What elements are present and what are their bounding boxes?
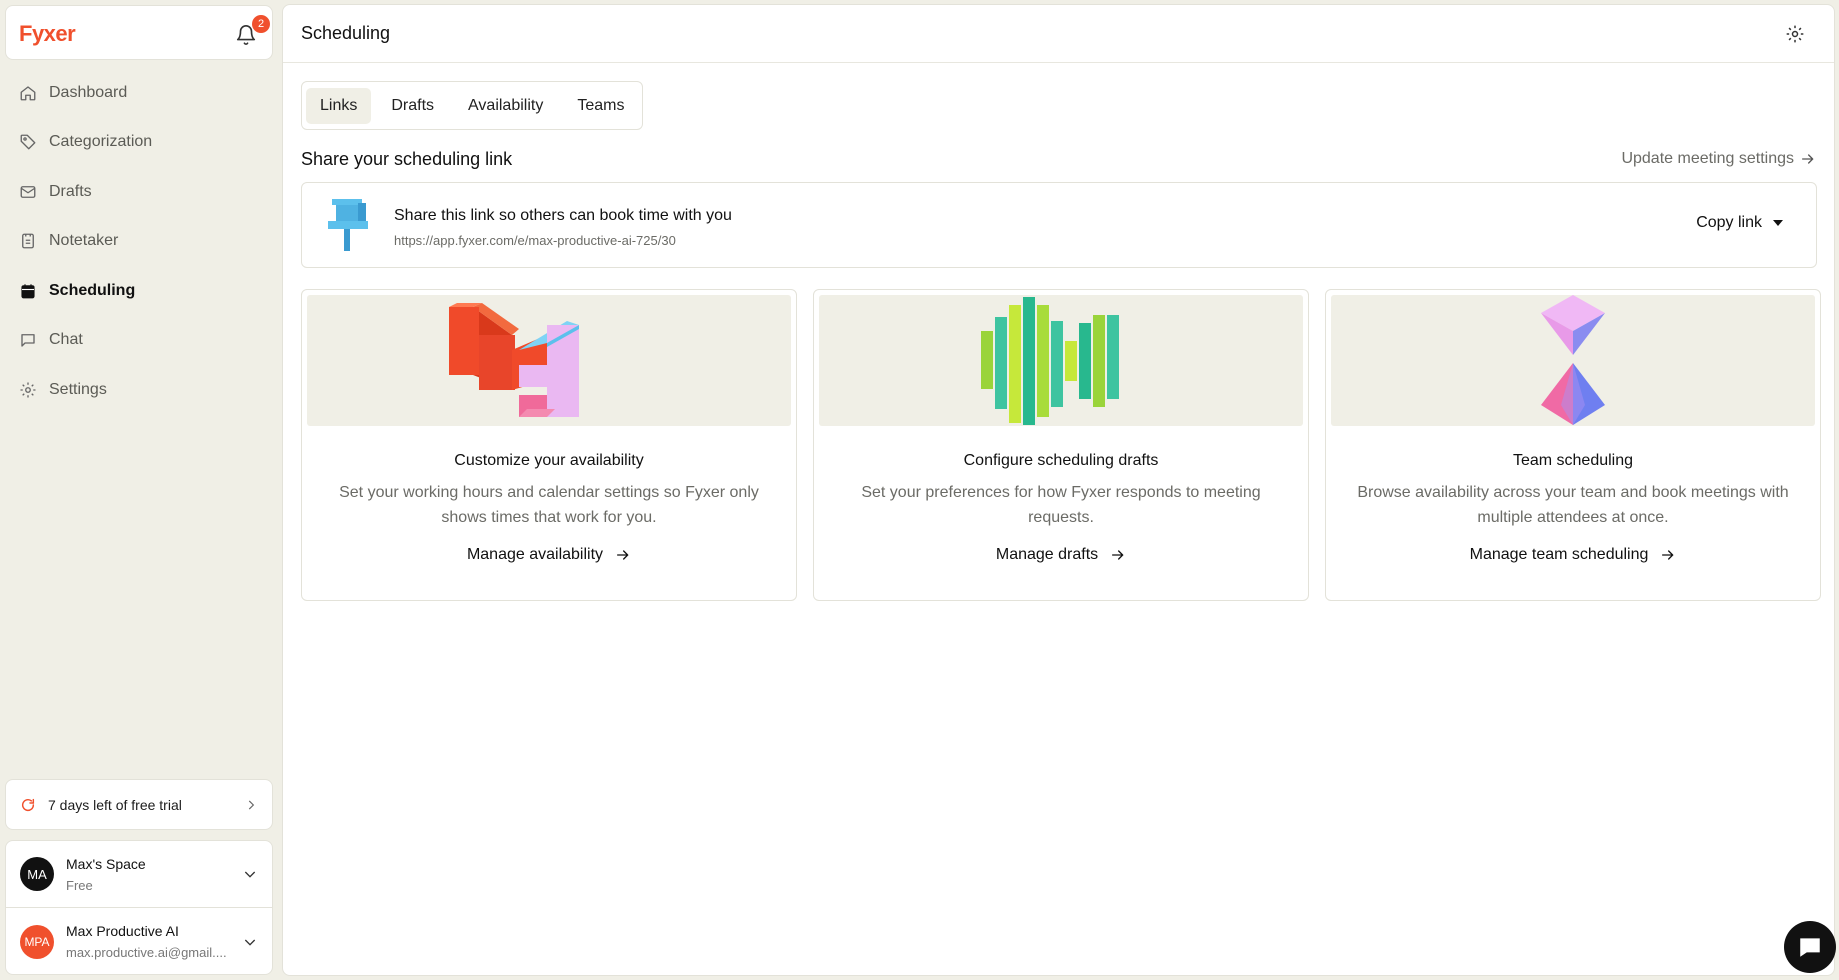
chevron-down-icon (244, 939, 256, 946)
card-title: Team scheduling (1512, 452, 1634, 469)
sidebar-item-label: Dashboard (49, 83, 128, 101)
feature-cards: Customize your availability Set your wor… (301, 289, 1821, 601)
card-description: Set your preferences for how Fyxer respo… (861, 484, 1261, 526)
manage-drafts-link[interactable]: Manage drafts (814, 546, 1308, 564)
chat-icon (21, 334, 35, 347)
workspace-plan: Free (66, 877, 93, 893)
copy-link-label: Copy link (1696, 214, 1762, 231)
free-trial-banner[interactable]: 7 days left of free trial (5, 779, 273, 830)
main-panel: Scheduling Links Drafts Availability Tea… (282, 4, 1835, 976)
team-illustration (1331, 295, 1815, 426)
calendar-icon (21, 284, 35, 299)
arrow-right-icon (1112, 550, 1124, 560)
page-title: Scheduling (301, 23, 391, 43)
availability-card: Customize your availability Set your wor… (301, 289, 797, 601)
notebook-icon (22, 233, 34, 249)
account-panel: MA Max's Space Free MPA Max Productive A… (5, 840, 273, 975)
sidebar: Fyxer 2 Dashboard Categorization Drafts … (0, 0, 282, 980)
refresh-icon (21, 798, 35, 811)
brand-bar: Fyxer 2 (5, 5, 273, 60)
drafts-illustration (819, 295, 1303, 426)
manage-availability-link[interactable]: Manage availability (302, 546, 796, 564)
caret-down-icon (1773, 220, 1783, 226)
sidebar-item-label: Settings (49, 380, 107, 398)
fyxer-logo[interactable]: Fyxer (19, 21, 76, 47)
pushpin-icon (328, 199, 368, 251)
sidebar-item-drafts[interactable]: Drafts (5, 167, 273, 217)
user-menu[interactable]: MPA Max Productive AI max.productive.ai@… (6, 908, 272, 975)
user-avatar: MPA (20, 924, 54, 959)
sidebar-item-settings[interactable]: Settings (5, 365, 273, 415)
workspace-avatar: MA (20, 857, 54, 891)
card-description: Set your working hours and calendar sett… (339, 484, 759, 526)
mail-icon (20, 185, 36, 198)
chevron-down-icon (244, 871, 256, 878)
card-action-label: Manage availability (466, 546, 604, 563)
share-link-card: Share this link so others can book time … (301, 182, 1817, 268)
share-link-title: Share this link so others can book time … (394, 207, 732, 224)
sidebar-item-dashboard[interactable]: Dashboard (5, 68, 273, 118)
card-description: Browse availability across your team and… (1357, 484, 1789, 526)
sidebar-item-label: Drafts (49, 182, 92, 200)
sidebar-item-label: Notetaker (49, 232, 119, 250)
sidebar-item-scheduling[interactable]: Scheduling (5, 266, 273, 316)
scheduling-link-url[interactable]: https://app.fyxer.com/e/max-productive-a… (394, 233, 676, 248)
arrow-right-icon (1802, 154, 1814, 164)
availability-illustration (307, 295, 791, 426)
section-title: Share your scheduling link (301, 149, 513, 169)
notification-badge: 2 (252, 15, 270, 33)
sidebar-item-label: Chat (49, 331, 83, 349)
arrow-right-icon (1662, 550, 1675, 560)
copy-link-button[interactable]: Copy link (1696, 214, 1784, 232)
drafts-card: Configure scheduling drafts Set your pre… (813, 289, 1309, 601)
chat-bubble-icon (1800, 938, 1820, 957)
workspace-switcher[interactable]: MA Max's Space Free (6, 841, 272, 908)
user-name: Max Productive AI (66, 923, 179, 939)
manage-team-scheduling-link[interactable]: Manage team scheduling (1326, 546, 1820, 564)
sidebar-item-notetaker[interactable]: Notetaker (5, 217, 273, 267)
update-meeting-settings-link[interactable]: Update meeting settings (1621, 150, 1816, 168)
card-title: Configure scheduling drafts (963, 452, 1159, 469)
workspace-name: Max's Space (66, 855, 146, 872)
user-email: max.productive.ai@gmail.... (66, 945, 227, 960)
home-icon (20, 86, 36, 101)
sidebar-item-label: Categorization (49, 133, 153, 151)
sidebar-item-categorization[interactable]: Categorization (5, 118, 273, 168)
page-header: Scheduling (283, 5, 1834, 63)
sidebar-nav: Dashboard Categorization Drafts Notetake… (5, 68, 273, 415)
tag-icon (20, 134, 36, 150)
card-action-label: Manage team scheduling (1469, 546, 1649, 563)
sidebar-item-chat[interactable]: Chat (5, 316, 273, 366)
support-chat-button[interactable] (1784, 921, 1836, 973)
trial-label: 7 days left of free trial (48, 796, 182, 813)
chevron-right-icon (248, 800, 255, 809)
tab-availability[interactable]: Availability (454, 88, 557, 124)
tab-links[interactable]: Links (306, 87, 372, 124)
settings-gear-icon[interactable] (1785, 24, 1805, 44)
tab-drafts[interactable]: Drafts (377, 88, 448, 124)
gear-icon (20, 382, 36, 398)
arrow-right-icon (617, 550, 629, 560)
scheduling-tabs: Links Drafts Availability Teams (301, 81, 644, 130)
card-title: Customize your availability (454, 452, 644, 469)
team-card: Team scheduling Browse availability acro… (1325, 289, 1821, 601)
card-action-label: Manage drafts (995, 546, 1099, 563)
sidebar-item-label: Scheduling (49, 281, 136, 299)
update-link-label: Update meeting settings (1621, 150, 1794, 167)
tab-teams[interactable]: Teams (563, 88, 638, 124)
